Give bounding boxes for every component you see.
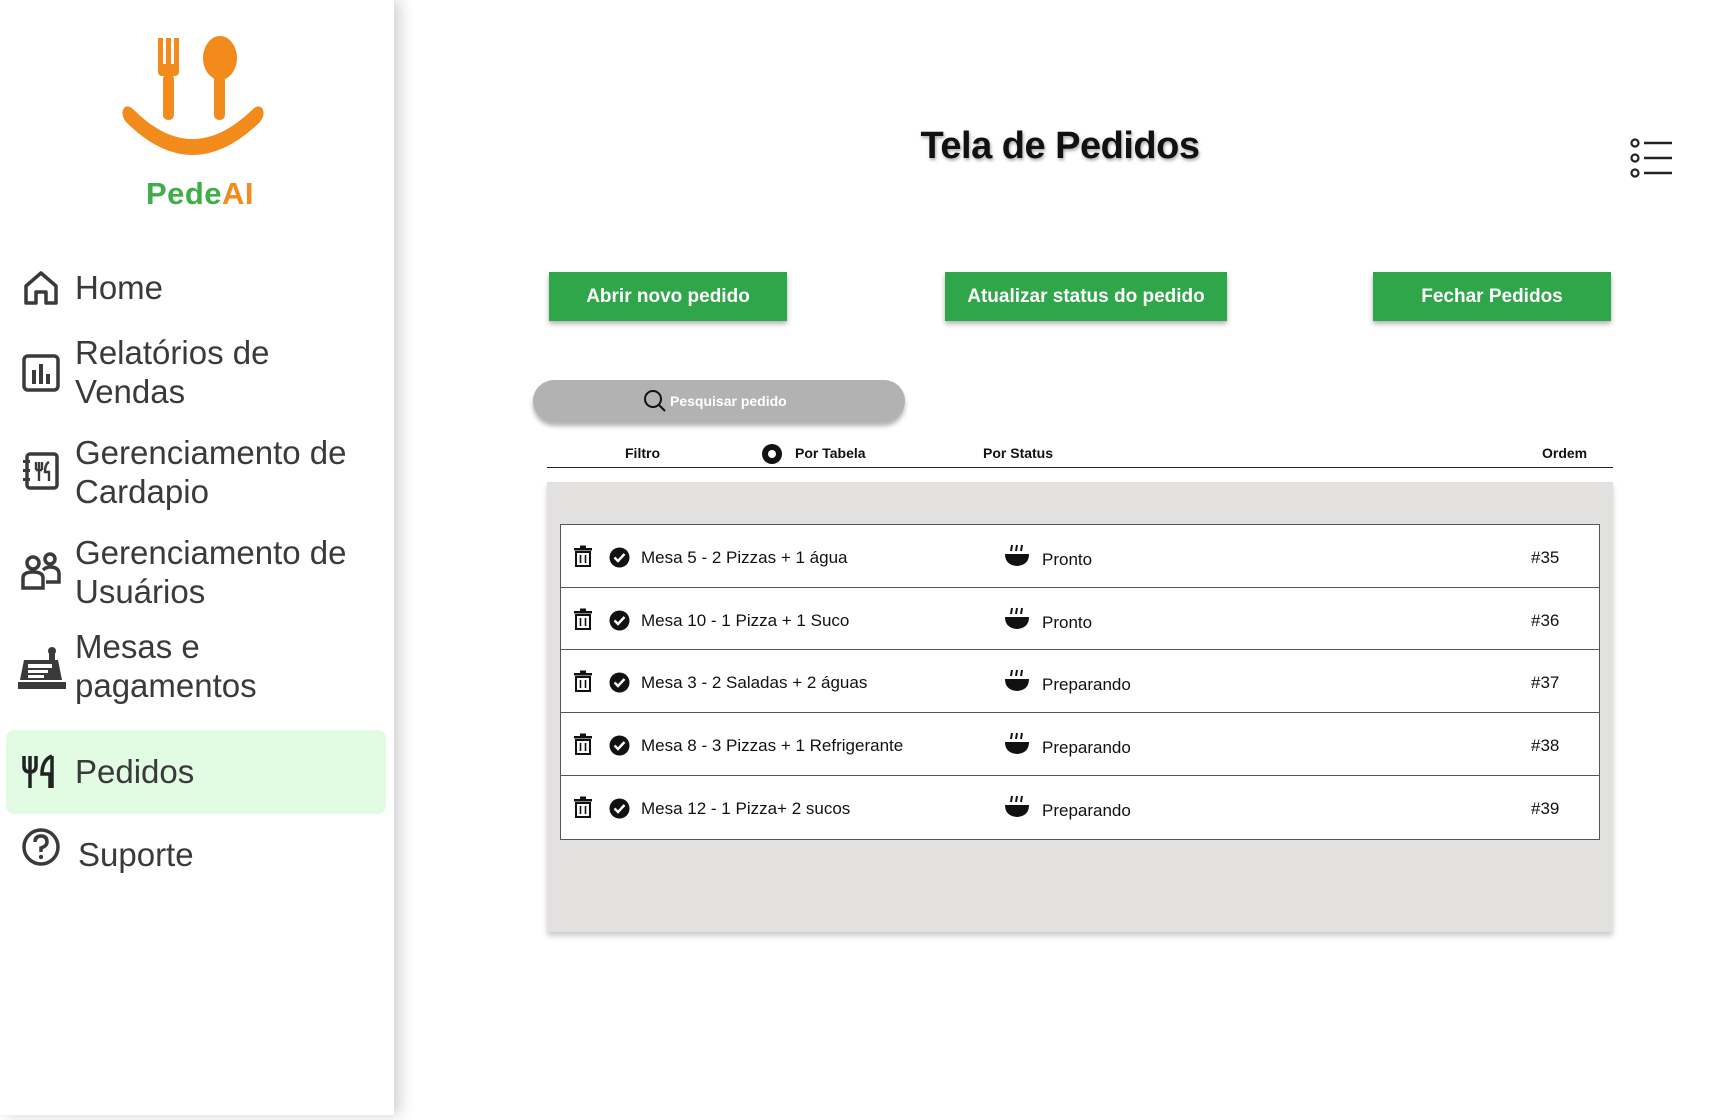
cutlery-icon bbox=[22, 754, 54, 788]
order-status: Preparando bbox=[1042, 738, 1131, 758]
cash-register-icon bbox=[18, 647, 66, 689]
trash-icon[interactable] bbox=[572, 796, 594, 818]
order-description: Mesa 12 - 1 Pizza+ 2 sucos bbox=[641, 798, 851, 818]
order-number: #39 bbox=[1531, 798, 1560, 818]
sidebar-item-label: Mesas e pagamentos bbox=[75, 628, 257, 704]
check-circle-icon[interactable] bbox=[609, 798, 630, 819]
order-description: Mesa 3 - 2 Saladas + 2 águas bbox=[641, 673, 868, 693]
bar-chart-icon bbox=[22, 354, 60, 392]
menu-book-icon bbox=[23, 452, 59, 490]
sidebar-item-label: Relatórios de Vendas bbox=[75, 334, 270, 410]
users-icon bbox=[21, 552, 61, 590]
order-description: Mesa 10 - 1 Pizza + 1 Suco bbox=[641, 610, 850, 630]
sidebar-item-home[interactable]: Home bbox=[6, 262, 386, 312]
sidebar-item-tables[interactable]: Mesas e pagamentos bbox=[6, 626, 386, 708]
order-row[interactable]: Mesa 8 - 3 Pizzas + 1 Refrigerante Prepa… bbox=[560, 712, 1600, 778]
search-placeholder: Pesquisar pedido bbox=[670, 393, 787, 409]
search-icon bbox=[644, 390, 666, 412]
trash-icon[interactable] bbox=[572, 608, 594, 630]
check-circle-icon[interactable] bbox=[609, 547, 630, 568]
filter-by-status[interactable]: Por Status bbox=[983, 445, 1053, 461]
sidebar-item-orders[interactable]: Pedidos bbox=[6, 730, 386, 814]
sidebar-item-reports[interactable]: Relatórios de Vendas bbox=[6, 332, 386, 414]
sidebar-item-label: Gerenciamento de Cardapio bbox=[75, 434, 347, 510]
order-column-header[interactable]: Ordem bbox=[1542, 445, 1587, 461]
sidebar-item-label: Pedidos bbox=[75, 753, 195, 790]
trash-icon[interactable] bbox=[572, 545, 594, 567]
home-icon bbox=[24, 271, 58, 305]
order-description: Mesa 8 - 3 Pizzas + 1 Refrigerante bbox=[641, 736, 904, 756]
search-input[interactable]: Pesquisar pedido bbox=[533, 380, 905, 422]
food-bowl-icon bbox=[1005, 607, 1029, 629]
sidebar-item-label: Home bbox=[75, 269, 164, 306]
check-circle-icon[interactable] bbox=[609, 672, 630, 693]
sidebar-item-menu[interactable]: Gerenciamento de Cardapio bbox=[6, 432, 386, 514]
order-number: #37 bbox=[1531, 673, 1560, 693]
filter-radio-table[interactable] bbox=[762, 444, 782, 464]
food-bowl-icon bbox=[1005, 670, 1029, 692]
close-orders-button[interactable]: Fechar Pedidos bbox=[1373, 272, 1611, 321]
check-circle-icon[interactable] bbox=[609, 610, 630, 631]
order-number: #36 bbox=[1531, 610, 1560, 630]
page-title: Tela de Pedidos bbox=[920, 125, 1200, 167]
order-number: #38 bbox=[1531, 736, 1560, 756]
order-status: Pronto bbox=[1042, 612, 1093, 632]
check-circle-icon[interactable] bbox=[609, 735, 630, 756]
logo-text-part1: Pede bbox=[145, 176, 223, 211]
filter-by-table[interactable]: Por Tabela bbox=[795, 445, 866, 461]
sidebar-item-users[interactable]: Gerenciamento de Usuários bbox=[6, 532, 386, 614]
order-description: Mesa 5 - 2 Pizzas + 1 água bbox=[641, 548, 848, 567]
trash-icon[interactable] bbox=[572, 670, 594, 693]
list-icon[interactable] bbox=[1630, 138, 1674, 178]
trash-icon[interactable] bbox=[572, 733, 594, 756]
update-status-button[interactable]: Atualizar status do pedido bbox=[945, 272, 1227, 321]
help-icon bbox=[22, 828, 60, 866]
order-row[interactable]: Mesa 10 - 1 Pizza + 1 Suco Pronto #36 bbox=[560, 586, 1600, 652]
filter-bar: Filtro Por Tabela Por Status Ordem bbox=[547, 436, 1613, 468]
new-order-button[interactable]: Abrir novo pedido bbox=[549, 272, 787, 321]
food-bowl-icon bbox=[1005, 732, 1029, 755]
logo-icon bbox=[122, 36, 264, 155]
order-status: Preparando bbox=[1042, 800, 1131, 820]
orders-panel: Mesa 5 - 2 Pizzas + 1 água Pronto #35 Me… bbox=[547, 482, 1613, 932]
app-logo: PedeAI bbox=[110, 30, 290, 215]
food-bowl-icon bbox=[1005, 544, 1029, 566]
order-status: Preparando bbox=[1042, 675, 1131, 695]
order-number: #35 bbox=[1531, 548, 1560, 567]
order-row[interactable]: Mesa 5 - 2 Pizzas + 1 água Pronto #35 bbox=[560, 524, 1600, 589]
sidebar-item-label: Gerenciamento de Usuários bbox=[75, 534, 347, 610]
filter-label: Filtro bbox=[625, 445, 660, 461]
logo-text-part2: AI bbox=[222, 176, 255, 211]
logo-text: PedeAI bbox=[110, 176, 290, 212]
sidebar-item-label: Suporte bbox=[78, 836, 194, 873]
order-row[interactable]: Mesa 12 - 1 Pizza+ 2 sucos Preparando #3… bbox=[560, 774, 1600, 840]
food-bowl-icon bbox=[1005, 795, 1029, 817]
order-status: Pronto bbox=[1042, 550, 1093, 569]
sidebar: PedeAI Home Relatórios de Vendas Gerenci… bbox=[0, 0, 394, 1115]
sidebar-item-support[interactable]: Suporte bbox=[6, 824, 386, 880]
order-row[interactable]: Mesa 3 - 2 Saladas + 2 águas Preparando … bbox=[560, 649, 1600, 715]
